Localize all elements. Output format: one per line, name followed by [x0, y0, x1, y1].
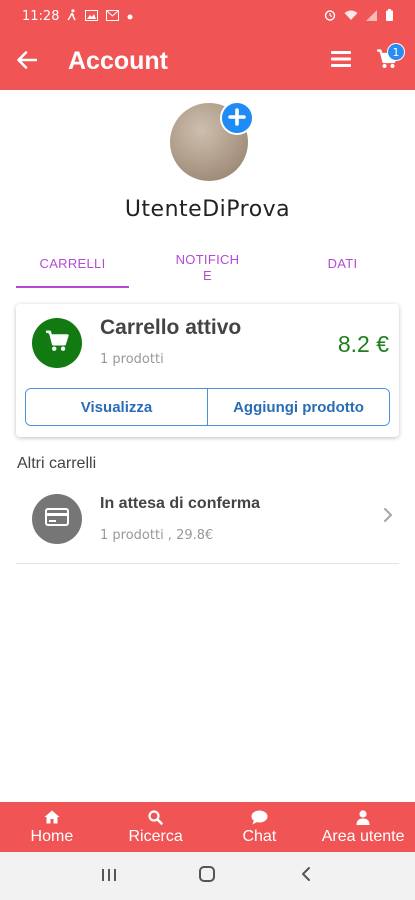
tab-dati[interactable]: DATI: [286, 248, 399, 288]
search-icon: [148, 808, 163, 826]
username: UtenteDiProva: [124, 197, 291, 222]
other-carts-title: Altri carrelli: [17, 455, 97, 472]
profile-avatar-container: [170, 101, 254, 181]
mail-icon: [106, 9, 120, 23]
home-system-button[interactable]: [187, 856, 227, 896]
list-item[interactable]: In attesa di conferma 1 prodotti , 29.8€: [16, 482, 399, 564]
chat-icon: [251, 808, 268, 826]
tab-label: DATI: [327, 256, 358, 271]
nav-label: Ricerca: [128, 828, 183, 845]
tab-notifiche[interactable]: NOTIFICH E: [129, 248, 286, 288]
recent-apps-button[interactable]: [89, 856, 129, 896]
nav-chat[interactable]: Chat: [208, 802, 312, 852]
back-system-button[interactable]: [286, 856, 326, 896]
tab-label: NOTIFICH E: [175, 252, 240, 283]
nav-ricerca[interactable]: Ricerca: [104, 802, 208, 852]
shopping-cart-icon: [44, 330, 70, 356]
system-navigation-bar: [0, 852, 415, 900]
tab-carrelli[interactable]: CARRELLI: [16, 248, 129, 288]
cart-count-badge: 1: [387, 43, 405, 61]
nav-label: Chat: [242, 828, 277, 845]
cart-button[interactable]: 1: [363, 32, 411, 90]
active-cart-price: 8.2 €: [337, 331, 389, 357]
pending-cart-details: 1 prodotti , 29.8€: [100, 528, 214, 543]
plus-icon: [228, 105, 246, 131]
hamburger-menu-icon: [331, 51, 351, 71]
chevron-right-icon: [383, 504, 393, 529]
chevron-left-icon: [301, 866, 311, 886]
home-icon: [44, 808, 60, 826]
status-left: 11:28: [22, 9, 133, 24]
active-cart-avatar: [32, 318, 82, 368]
credit-card-icon: [45, 508, 69, 530]
app-bar: Account 1: [0, 32, 415, 90]
account-tabs: CARRELLI NOTIFICH E DATI: [16, 248, 399, 288]
walk-icon: [67, 9, 77, 23]
signal-icon: [366, 9, 378, 23]
user-icon: [356, 808, 370, 826]
tab-label: CARRELLI: [39, 256, 106, 271]
status-bar: 11:28: [0, 0, 415, 32]
back-button[interactable]: [0, 32, 54, 90]
nav-area-utente[interactable]: Area utente: [311, 802, 415, 852]
add-photo-button[interactable]: [220, 101, 254, 135]
nav-label: Area utente: [321, 828, 405, 845]
bottom-navigation: Home Ricerca Chat Area utente: [0, 802, 415, 852]
view-cart-button[interactable]: Visualizza: [26, 389, 207, 425]
status-right: [324, 9, 393, 23]
battery-icon: [386, 9, 393, 23]
image-icon: [85, 9, 99, 23]
wifi-icon: [344, 10, 358, 23]
arrow-left-icon: [17, 46, 38, 76]
dot-icon: [127, 11, 133, 22]
menu-button[interactable]: [319, 32, 363, 90]
home-square-icon: [199, 866, 216, 886]
pending-cart-title: In attesa di conferma: [100, 495, 261, 512]
recent-apps-icon: [101, 867, 117, 886]
nav-label: Home: [30, 828, 74, 845]
pending-cart-avatar: [32, 494, 82, 544]
active-cart-card: Carrello attivo 1 prodotti 8.2 € Visuali…: [16, 304, 399, 437]
page-title: Account: [68, 46, 168, 75]
active-cart-actions: Visualizza Aggiungi prodotto: [25, 388, 390, 426]
add-product-button[interactable]: Aggiungi prodotto: [207, 389, 389, 425]
status-time: 11:28: [22, 8, 60, 24]
active-cart-count: 1 prodotti: [100, 352, 164, 367]
alarm-icon: [324, 9, 336, 23]
active-cart-title: Carrello attivo: [100, 316, 242, 339]
nav-home[interactable]: Home: [0, 802, 104, 852]
